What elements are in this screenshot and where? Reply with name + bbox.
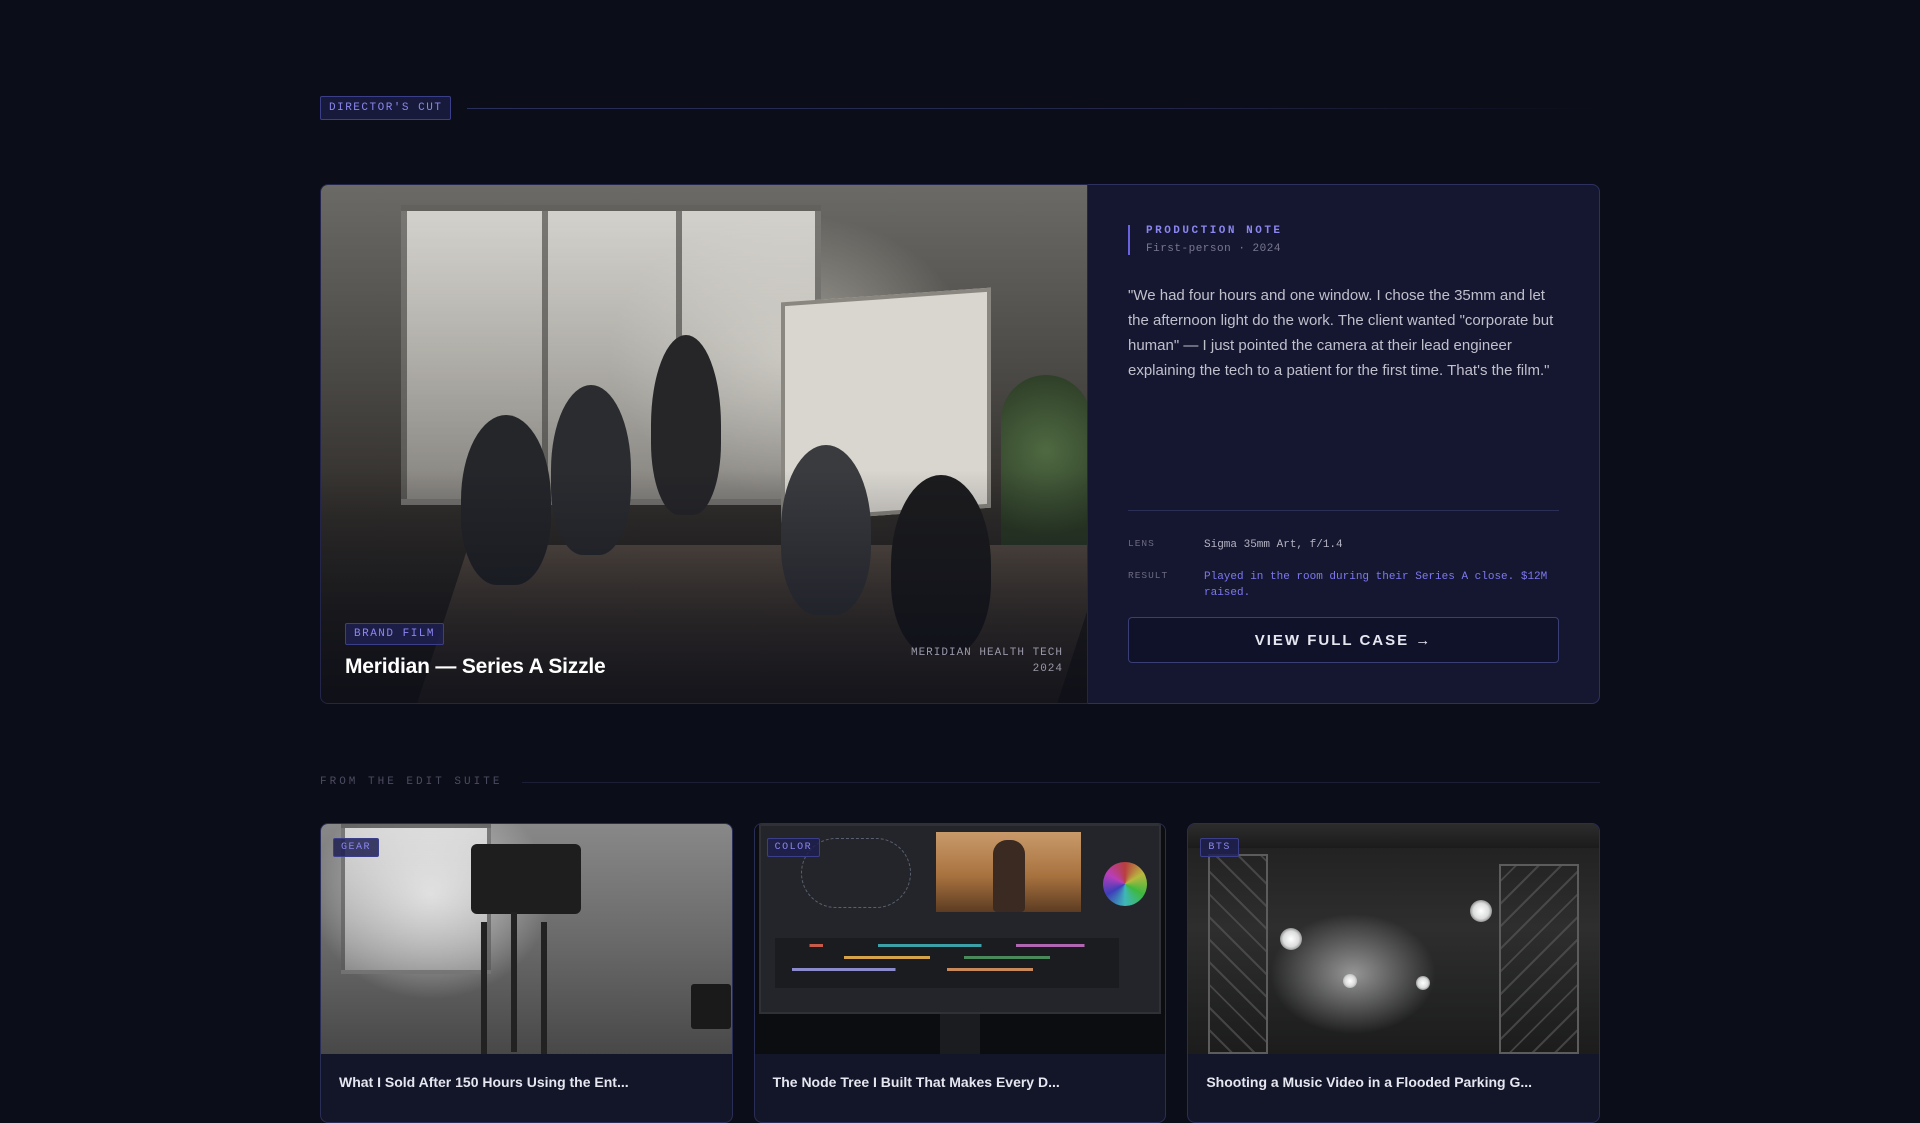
card-title: Shooting a Music Video in a Flooded Park… bbox=[1206, 1074, 1533, 1090]
featured-project: BRAND FILM Meridian — Series A Sizzle ME… bbox=[320, 184, 1600, 704]
post-card-gear[interactable]: GEAR What I Sold After 150 Hours Using t… bbox=[320, 823, 733, 1123]
note-subtitle: First-person · 2024 bbox=[1146, 243, 1281, 255]
color-grading-photo bbox=[754, 824, 1166, 1054]
spec-value: Played in the room during their Series A… bbox=[1204, 571, 1548, 599]
viewer-person-scene bbox=[992, 840, 1025, 912]
stage-light-scene bbox=[1470, 900, 1493, 922]
ceiling-beam-scene bbox=[1188, 824, 1600, 848]
stage-light-scene bbox=[1343, 974, 1358, 988]
note-quote: "We had four hours and one window. I cho… bbox=[1128, 287, 1554, 379]
spec-row-result: RESULT Played in the room during their S… bbox=[1128, 569, 1559, 601]
tripod-scene bbox=[511, 912, 517, 1052]
card-title: The Node Tree I Built That Makes Every D… bbox=[772, 1074, 1060, 1090]
spec-key: LENS bbox=[1128, 538, 1155, 549]
header-divider bbox=[467, 107, 1600, 109]
edit-suite-label: FROM THE EDIT SUITE bbox=[320, 776, 503, 788]
camera-scene bbox=[471, 844, 581, 914]
spec-value: Sigma 35mm Art, f/1.4 bbox=[1204, 539, 1343, 551]
featured-meta: MERIDIAN HEALTH TECH 2024 bbox=[911, 645, 1063, 677]
timeline-scene bbox=[774, 938, 1120, 988]
production-note-panel: PRODUCTION NOTE First-person · 2024 "We … bbox=[1088, 184, 1600, 704]
card-tag: GEAR bbox=[333, 838, 380, 857]
stage-light-scene bbox=[1280, 928, 1303, 950]
featured-hero-image[interactable]: BRAND FILM Meridian — Series A Sizzle ME… bbox=[320, 184, 1088, 704]
color-wheel-scene bbox=[1103, 862, 1148, 906]
truss-scene bbox=[1208, 854, 1269, 1054]
bts-photo bbox=[1188, 824, 1600, 1054]
note-label: PRODUCTION NOTE bbox=[1146, 225, 1283, 237]
post-card-bts[interactable]: BTS Shooting a Music Video in a Flooded … bbox=[1187, 823, 1601, 1123]
truss-scene bbox=[1499, 864, 1580, 1054]
spec-key: RESULT bbox=[1128, 570, 1169, 581]
spec-row-lens: LENS Sigma 35mm Art, f/1.4 bbox=[1128, 537, 1559, 553]
monitor-stand-scene bbox=[939, 1014, 980, 1054]
card-tag: COLOR bbox=[766, 838, 821, 857]
hero-caption: BRAND FILM Meridian — Series A Sizzle bbox=[345, 623, 606, 679]
featured-year: 2024 bbox=[1032, 663, 1063, 675]
edit-suite-cards: GEAR What I Sold After 150 Hours Using t… bbox=[320, 823, 1601, 1123]
card-tag: BTS bbox=[1200, 838, 1239, 857]
gear-photo bbox=[321, 824, 732, 1054]
card-title: What I Sold After 150 Hours Using the En… bbox=[339, 1074, 629, 1090]
note-header: PRODUCTION NOTE First-person · 2024 bbox=[1128, 225, 1559, 255]
edit-suite-header: FROM THE EDIT SUITE bbox=[320, 776, 1600, 788]
note-divider bbox=[1128, 510, 1559, 511]
view-full-case-button[interactable]: VIEW FULL CASE → bbox=[1128, 617, 1559, 663]
card-image: COLOR bbox=[754, 824, 1166, 1054]
featured-client: MERIDIAN HEALTH TECH bbox=[910, 647, 1063, 659]
case-scene bbox=[691, 984, 731, 1029]
edit-suite-divider bbox=[522, 781, 1600, 783]
card-image: BTS bbox=[1188, 824, 1600, 1054]
featured-title: Meridian — Series A Sizzle bbox=[345, 655, 606, 678]
card-image: GEAR bbox=[321, 824, 732, 1054]
brand-film-tag: BRAND FILM bbox=[345, 623, 445, 645]
directors-cut-badge: DIRECTOR'S CUT bbox=[320, 96, 452, 120]
stage-light-scene bbox=[1416, 976, 1431, 990]
post-card-color[interactable]: COLOR The Node Tree I Built That Makes E… bbox=[753, 823, 1167, 1123]
section-header: DIRECTOR'S CUT bbox=[320, 96, 1600, 120]
